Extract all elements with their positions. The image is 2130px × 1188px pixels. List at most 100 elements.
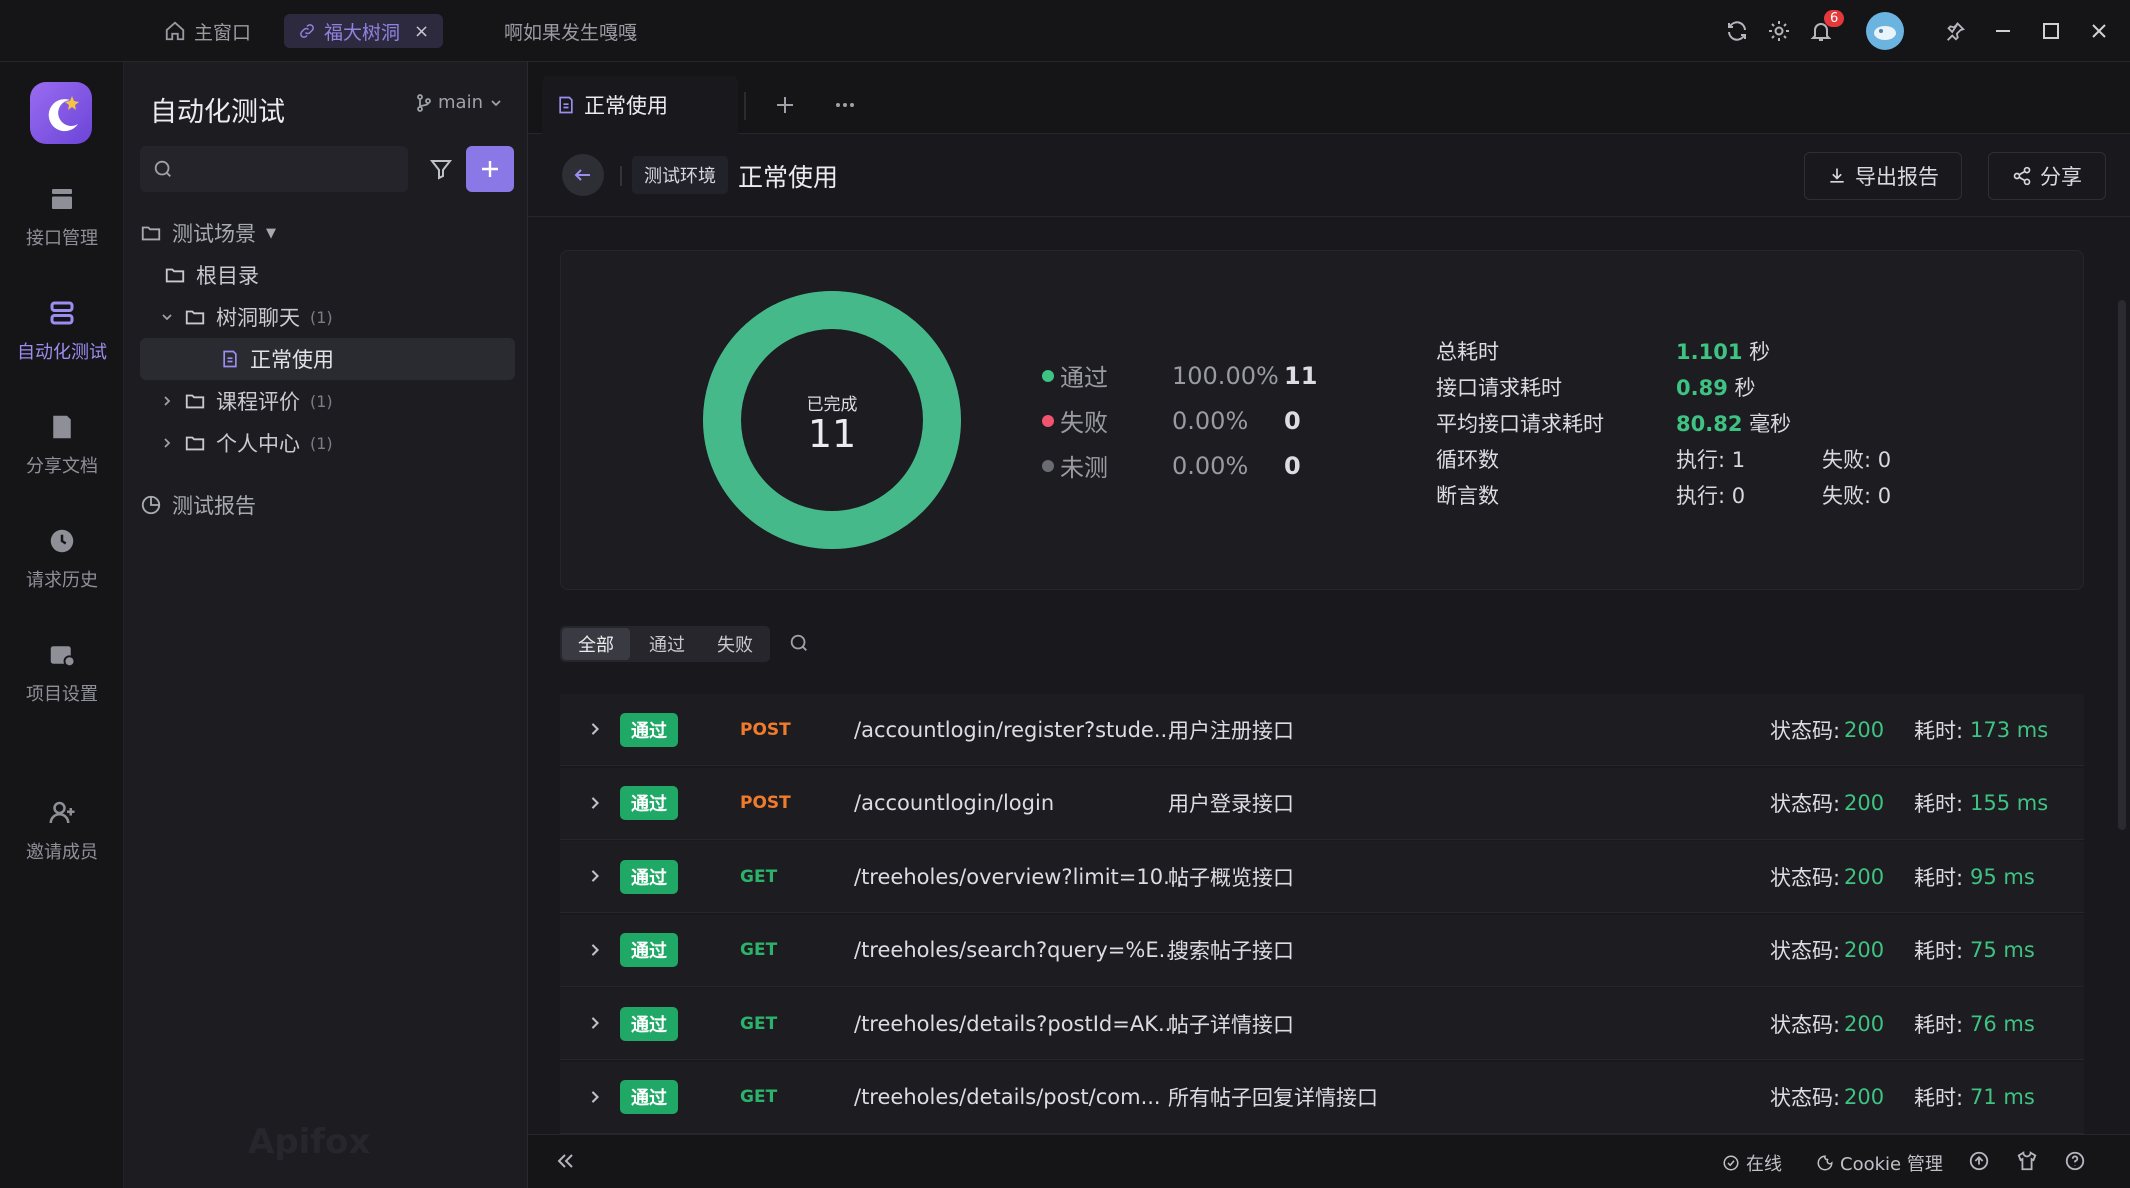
stat-value: 执行: 0 [1676,484,1746,508]
pin-icon[interactable] [1940,16,1970,46]
result-row[interactable]: 通过 GET/treeholes/details/post/com... 所有帖子回… [560,1061,2084,1134]
window-tab-other[interactable]: 啊如果发生嘎嘎 [490,14,651,48]
add-tab-icon[interactable] [774,94,796,116]
window-tab-project[interactable]: 福大树洞 × [284,14,444,48]
upload-icon[interactable] [1968,1150,1990,1172]
result-row[interactable]: 通过 GET/treeholes/details?postId=AK... 帖子详情… [560,988,2084,1060]
request-path: /accountlogin/login [854,791,1055,815]
rail-item-automation[interactable]: 自动化测试 [0,296,124,364]
chevron-right-icon[interactable] [586,1088,604,1106]
rail-item-label: 项目设置 [26,684,98,705]
filter-tab-all[interactable]: 全部 [562,628,630,660]
close-icon[interactable]: × [414,21,429,42]
branch-icon [416,93,432,112]
export-report-label: 导出报告 [1855,165,1939,189]
scrollbar-thumb[interactable] [2118,300,2126,830]
chevron-right-icon[interactable] [586,867,604,885]
status-badge: 通过 [620,712,678,747]
settings-icon [45,638,79,672]
export-report-button[interactable]: 导出报告 [1804,152,1962,200]
filter-tab-fail[interactable]: 失败 [702,626,768,662]
tree-item-root[interactable]: 根目录 [164,254,515,296]
result-search-icon[interactable] [788,632,810,654]
result-row[interactable]: 通过 GET/treeholes/overview?limit=10... 帖子概览… [560,841,2084,913]
tree-item-folder[interactable]: 课程评价 (1) [160,380,515,422]
rail-item-api-management[interactable]: 接口管理 [0,182,124,250]
status-badge: 通过 [620,1080,678,1114]
filter-button[interactable] [418,146,464,192]
app-logo [30,82,92,144]
close-window-icon[interactable] [2084,16,2114,46]
more-icon[interactable] [834,94,856,116]
request-path: /treeholes/overview?limit=10... [854,864,1184,889]
tab-scenario[interactable]: 正常使用 [542,76,738,134]
search-input[interactable] [140,146,408,192]
bell-icon[interactable]: 6 [1806,10,1845,46]
search-icon [152,158,174,180]
stat-number: 80.82 [1676,412,1743,436]
rail-item-label: 接口管理 [26,228,98,249]
help-icon[interactable] [2064,1150,2086,1172]
chevron-right-icon[interactable] [586,1014,604,1032]
legend-count: 11 [1284,361,1318,390]
time-label: 耗时: [1914,718,1964,743]
download-icon [1827,166,1847,186]
maximize-icon[interactable] [2036,16,2066,46]
minimize-icon[interactable] [1988,16,2018,46]
pie-chart-icon [140,494,162,516]
add-button[interactable] [466,146,514,192]
time-value: 155 ms [1970,791,2049,815]
folder-icon [184,390,206,412]
tree-item-folder[interactable]: 个人中心 (1) [160,422,515,464]
refresh-icon[interactable] [1722,16,1752,46]
env-tag: 测试环境 [632,156,728,194]
gear-icon[interactable] [1764,16,1794,46]
chevron-right-icon[interactable] [586,794,604,812]
back-button[interactable] [562,154,604,196]
result-row[interactable]: 通过 POST/accountlogin/login 用户登录接口 状态码: 200 耗时… [560,767,2084,840]
rail-item-label: 请求历史 [26,570,98,591]
result-row[interactable]: 通过 POST/accountlogin/register?stude... 用户注… [560,694,2084,766]
tree-item-scenario[interactable]: 正常使用 [140,338,515,380]
time-value: 71 ms [1970,1085,2035,1109]
avatar[interactable] [1866,12,1904,50]
plus-icon [479,158,501,180]
api-name: 搜索帖子接口 [1168,939,1294,963]
status-code-value: 200 [1844,1085,1885,1109]
stat-label: 循环数 [1436,448,1499,472]
time-label: 耗时: [1914,792,1964,816]
caret-down-icon: ▼ [266,225,276,241]
stat-label: 平均接口请求耗时 [1436,412,1604,436]
tree-section-label: 测试报告 [172,494,256,518]
time-value: 76 ms [1970,1011,2035,1036]
watermark-logo: Apifox [248,1122,371,1162]
tree-section-scenes[interactable]: 测试场景 ▼ [140,212,515,254]
window-tab-label: 福大树洞 [324,21,401,44]
branch-name: main [438,92,483,113]
status-code-value: 200 [1844,938,1885,962]
time-value: 75 ms [1970,938,2035,962]
legend-count: 0 [1284,451,1301,480]
filter-tab-pass[interactable]: 通过 [634,626,700,662]
rail-item-invite-members[interactable]: 邀请成员 [0,796,124,864]
status-code-label: 状态码: [1770,865,1841,890]
collapse-sidebar-icon[interactable] [554,1150,576,1172]
result-row[interactable]: 通过 GET/treeholes/search?query=%E... 搜索帖子接口… [560,914,2084,987]
branch-selector[interactable]: main [416,92,503,113]
rail-item-share-docs[interactable]: 分享文档 [0,410,124,478]
stat-number: 1.101 [1676,340,1743,364]
tree-section-reports[interactable]: 测试报告 [140,484,515,526]
shirt-icon[interactable] [2016,1150,2038,1172]
online-status[interactable]: 在线 [1722,1150,1782,1176]
stat-value: 1.101 秒 [1676,336,1770,366]
chevron-right-icon[interactable] [586,941,604,959]
window-tab-home[interactable]: 主窗口 [150,14,265,48]
legend-dot [1042,414,1054,427]
share-button[interactable]: 分享 [1988,152,2106,200]
api-icon [45,182,79,216]
rail-item-history[interactable]: 请求历史 [0,524,124,592]
tree-item-folder[interactable]: 树洞聊天 (1) [160,296,515,338]
cookie-manager[interactable]: Cookie 管理 [1816,1150,1943,1176]
chevron-right-icon[interactable] [586,720,604,738]
rail-item-project-settings[interactable]: 项目设置 [0,638,124,706]
